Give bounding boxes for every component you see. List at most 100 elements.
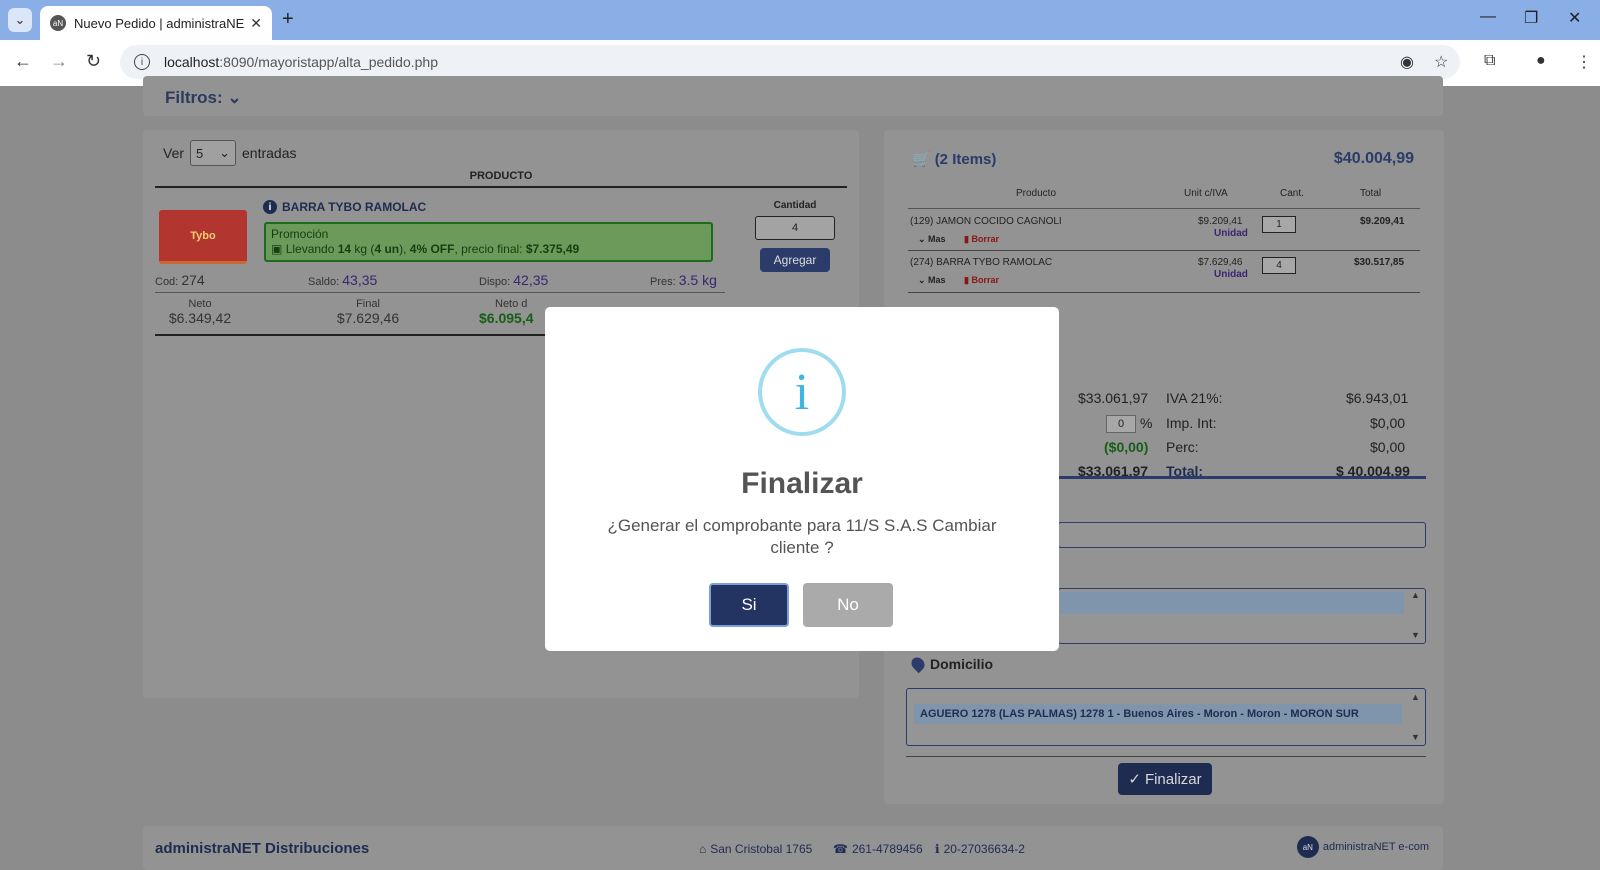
scroll-down-icon[interactable]: ▼ — [1411, 630, 1420, 640]
scroll-down-icon[interactable]: ▼ — [1411, 732, 1420, 742]
cart-rows-bottom-line — [908, 292, 1420, 293]
confirm-no-button[interactable]: No — [803, 583, 893, 627]
entries-control: Ver 5 ⌄ entradas — [163, 140, 297, 166]
ver-label: Ver — [163, 145, 185, 161]
cart-row-2-name: (274) BARRA TYBO RAMOLAC — [910, 257, 1053, 268]
saldo-field: Saldo: 43,35 — [308, 272, 378, 288]
browser-menu-icon[interactable]: ⋮ — [1576, 52, 1592, 72]
phone-icon: ☎ — [833, 842, 848, 856]
domicilio-selected-option[interactable]: AGUERO 1278 (LAS PALMAS) 1278 1 - Buenos… — [914, 704, 1402, 724]
profile-avatar-icon[interactable]: ● — [1536, 52, 1546, 70]
cart-row-1-total: $9.209,41 — [1360, 216, 1405, 227]
discount-percent-input[interactable]: 0 — [1106, 415, 1136, 433]
new-tab-plus-icon[interactable]: + — [282, 8, 294, 31]
product-image: Tybo — [159, 210, 247, 264]
cart-row-1-name: (129) JAMON COCIDO CAGNOLI — [910, 216, 1062, 227]
filters-toggle[interactable]: Filtros: ⌄ — [165, 88, 242, 108]
cart-row-2-borrar[interactable]: ▮ Borrar — [964, 275, 999, 286]
sucursal-selected-option[interactable] — [1060, 592, 1404, 614]
domicilio-label: Domicilio — [908, 654, 993, 674]
product-name[interactable]: i BARRA TYBO RAMOLAC — [263, 200, 426, 214]
minimize-icon[interactable]: — — [1480, 8, 1496, 26]
close-window-icon[interactable]: ✕ — [1568, 8, 1581, 28]
neto-desc-price: Neto d $6.095,4 — [479, 298, 534, 326]
back-arrow-icon[interactable]: ← — [14, 51, 32, 72]
cart-row-1-unit: Unidad — [1214, 228, 1248, 239]
cart-row-2-total: $30.517,85 — [1354, 257, 1405, 268]
reload-icon[interactable]: ↻ — [86, 51, 101, 72]
confirm-dialog: i Finalizar ¿Generar el comprobante para… — [545, 307, 1059, 651]
browser-tab[interactable]: aN Nuevo Pedido | administraNET ✕ — [40, 6, 272, 40]
discount-value: ($0,00) — [1104, 439, 1149, 455]
filters-card: Filtros: ⌄ — [143, 76, 1443, 116]
trash-icon: ▮ — [964, 234, 969, 244]
footer-phone: ☎ 261-4789456 — [833, 842, 923, 856]
url-field[interactable]: i localhost:8090/mayoristapp/alta_pedido… — [120, 45, 1460, 79]
browser-tab-bar: ⌄ aN Nuevo Pedido | administraNET ✕ + — … — [0, 0, 1600, 40]
col-total: Total — [1360, 188, 1382, 199]
promo-detail: ▣ Llevando 14 kg (4 un), 4% OFF, precio … — [271, 242, 580, 256]
dialog-message: ¿Generar el comprobante para 11/S S.A.S … — [607, 516, 997, 557]
dispo-field: Dispo: 42,35 — [479, 272, 549, 288]
info-circle-icon: i — [758, 348, 846, 436]
cart-row-divider — [908, 250, 1420, 251]
cod-field: Cod: 274 — [155, 272, 205, 288]
perc-label: Perc: — [1166, 439, 1199, 455]
footer-brand: administraNET Distribuciones — [155, 840, 370, 857]
eye-off-icon[interactable]: ◉ — [1400, 52, 1414, 72]
iva-label: IVA 21%: — [1166, 390, 1223, 406]
site-info-icon[interactable]: i — [134, 54, 150, 70]
footer: administraNET Distribuciones ⌂ San Cristo… — [143, 826, 1443, 870]
cart-header-line — [908, 208, 1420, 209]
forward-arrow-icon[interactable]: → — [50, 51, 68, 72]
cart-items-count: 🛒 (2 Items) — [912, 150, 997, 169]
gift-icon: ▣ — [271, 242, 283, 256]
perc-value: $0,00 — [1370, 439, 1406, 455]
cart-row-2-qty[interactable]: 4 — [1262, 257, 1296, 274]
col-producto: Producto — [1016, 188, 1057, 199]
cart-row-1-mas[interactable]: ⌄ Mas — [918, 234, 946, 245]
map-pin-icon — [908, 654, 928, 674]
bookmark-star-icon[interactable]: ☆ — [1434, 52, 1448, 72]
trash-icon: ▮ — [964, 275, 969, 285]
product-divider — [155, 292, 725, 293]
cart-icon: 🛒 — [912, 151, 931, 168]
tab-search-chevron-icon[interactable]: ⌄ — [8, 8, 32, 32]
cart-row-1-unit-price: $9.209,41 — [1198, 216, 1243, 227]
cart-row-2-unit: Unidad — [1214, 269, 1248, 280]
info-icon: ℹ — [935, 842, 940, 856]
cart-row-1-qty[interactable]: 1 — [1262, 216, 1296, 233]
entries-label: entradas — [242, 145, 297, 161]
agregar-button[interactable]: Agregar — [760, 248, 830, 272]
site-favicon-icon: aN — [50, 15, 66, 31]
logo-mark-icon: aN — [1296, 836, 1319, 858]
extensions-icon[interactable]: ⧉ — [1484, 52, 1495, 70]
col-cant: Cant. — [1280, 188, 1304, 199]
finalizar-button[interactable]: ✓ Finalizar — [1118, 763, 1212, 795]
cart-row-1-borrar[interactable]: ▮ Borrar — [964, 234, 999, 245]
dialog-title: Finalizar — [741, 467, 863, 500]
finalizar-divider — [906, 756, 1426, 757]
promo-title: Promoción — [271, 227, 329, 241]
observaciones-field[interactable] — [1058, 522, 1426, 548]
tab-title: Nuevo Pedido | administraNET — [74, 15, 245, 31]
info-icon[interactable]: i — [263, 200, 277, 214]
scroll-up-icon[interactable]: ▲ — [1411, 590, 1420, 600]
url-path: :8090/mayoristapp/alta_pedido.php — [219, 54, 438, 70]
cantidad-input[interactable]: 4 — [755, 216, 835, 240]
entries-select[interactable]: 5 ⌄ — [190, 140, 237, 166]
cart-row-2-mas[interactable]: ⌄ Mas — [918, 275, 946, 286]
close-tab-icon[interactable]: ✕ — [250, 15, 262, 32]
footer-cuit: ℹ 20-27036634-2 — [935, 842, 1025, 856]
restore-icon[interactable]: ❐ — [1524, 8, 1538, 28]
footer-logo: aN administraNET e-com — [1296, 836, 1429, 858]
footer-address: ⌂ San Cristobal 1765 — [699, 842, 813, 856]
confirm-yes-button[interactable]: Si — [709, 583, 789, 627]
scroll-up-icon[interactable]: ▲ — [1411, 692, 1420, 702]
url-host: localhost — [164, 54, 220, 70]
final-price: Final $7.629,46 — [336, 298, 400, 326]
pres-field: Pres: 3.5 kg — [650, 272, 717, 288]
subtotal-value: $33.061,97 — [1078, 390, 1149, 406]
product-column-header: PRODUCTO — [155, 170, 847, 188]
cart-row-2-unit-price: $7.629,46 — [1198, 257, 1243, 268]
